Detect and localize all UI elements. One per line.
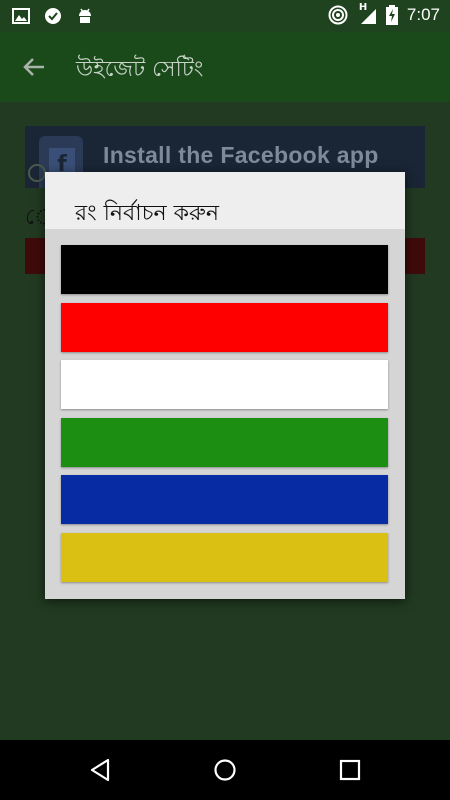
arrow-left-icon[interactable]	[20, 52, 50, 82]
android-icon	[79, 8, 91, 23]
app-bar: উইজেট সেটিং	[0, 32, 450, 102]
color-picker-dialog: রং নির্বাচন করুন	[45, 172, 405, 599]
home-circle-icon[interactable]	[211, 756, 239, 784]
dialog-header: রং নির্বাচন করুন	[45, 172, 405, 229]
color-swatch-black[interactable]	[61, 245, 388, 294]
color-swatch-red[interactable]	[61, 303, 388, 352]
color-swatch-green[interactable]	[61, 418, 388, 467]
page-title: উইজেট সেটিং	[76, 57, 204, 82]
check-circle-icon	[45, 8, 61, 24]
hotspot-icon	[328, 5, 348, 25]
status-bar: H 7:07	[0, 0, 450, 32]
navigation-bar	[0, 740, 450, 800]
signal-group: H	[357, 2, 377, 25]
ad-info-icon[interactable]	[28, 164, 46, 182]
battery-icon	[385, 5, 398, 25]
color-swatch-blue[interactable]	[61, 475, 388, 524]
recents-square-icon[interactable]	[336, 756, 364, 784]
color-swatch-white[interactable]	[61, 360, 388, 409]
status-time: 7:07	[406, 5, 440, 24]
status-right-icons: H 7:07	[328, 2, 440, 25]
color-swatch-yellow[interactable]	[61, 533, 388, 582]
back-triangle-icon[interactable]	[86, 756, 114, 784]
status-left-icons	[12, 7, 94, 25]
image-icon	[12, 8, 30, 24]
dialog-title: রং নির্বাচন করুন	[75, 201, 220, 226]
signal-icon	[360, 9, 376, 24]
ad-text: Install the Facebook app	[103, 142, 379, 168]
